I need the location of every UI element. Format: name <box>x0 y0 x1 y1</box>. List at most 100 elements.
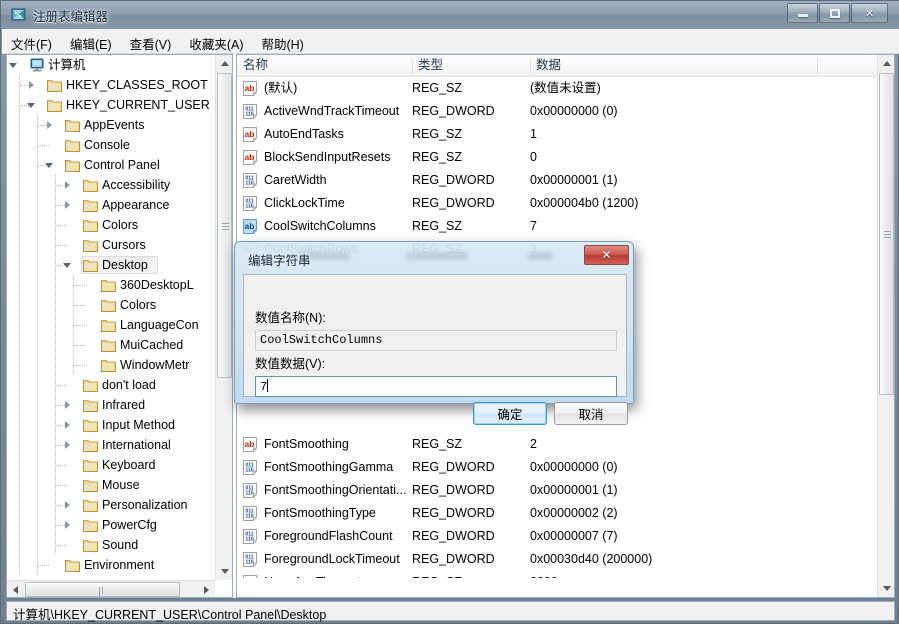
value-name-field[interactable]: CoolSwitchColumns <box>255 330 617 351</box>
tree-item-personalization[interactable]: Personalization <box>7 495 216 515</box>
tree-horizontal-scrollbar[interactable] <box>7 580 215 597</box>
value-name: CoolSwitchColumns <box>264 219 376 233</box>
value-name: FontSmoothingGamma <box>264 460 394 474</box>
chevron-right-icon[interactable] <box>63 181 72 190</box>
table-row[interactable]: 011 110 ActiveWndTrackTimeout REG_DWORD 0x00… <box>237 100 877 123</box>
menu-edit[interactable]: 编辑(E) <box>61 29 121 57</box>
chevron-right-icon[interactable] <box>63 421 72 430</box>
tree-item-mouse[interactable]: Mouse <box>7 475 216 495</box>
svg-text:110: 110 <box>245 204 253 210</box>
value-data-input[interactable]: 7 <box>255 376 617 397</box>
edit-string-dialog[interactable]: 编辑字符串 ✕ 数值名称(N): CoolSwitchColumns 数值数据(… <box>234 241 634 425</box>
title-bar[interactable]: 注册表编辑器 ✕ <box>1 1 899 29</box>
tree-item-appevents[interactable]: AppEvents <box>7 115 216 135</box>
close-button[interactable]: ✕ <box>851 3 888 23</box>
menu-favorites[interactable]: 收藏夹(A) <box>180 29 252 57</box>
menu-view[interactable]: 查看(V) <box>121 29 181 57</box>
column-type[interactable]: 类型 <box>412 55 530 76</box>
chevron-right-icon[interactable] <box>63 521 72 530</box>
tree-item-appearance[interactable]: Appearance <box>7 195 216 215</box>
value-data: 0x00000007 (7) <box>530 529 618 543</box>
tree-item-input-method[interactable]: Input Method <box>7 415 216 435</box>
chevron-right-icon[interactable] <box>63 501 72 510</box>
column-name[interactable]: 名称 <box>237 55 412 76</box>
value-name: ActiveWndTrackTimeout <box>264 104 400 118</box>
tree-item-keyboard[interactable]: Keyboard <box>7 455 216 475</box>
table-row[interactable]: ab CoolSwitchColumns REG_SZ 7 <box>237 215 877 238</box>
tree-scroll-up-arrow[interactable] <box>216 55 232 72</box>
cancel-button[interactable]: 取消 <box>554 402 628 425</box>
chevron-right-icon[interactable] <box>45 121 54 130</box>
table-row[interactable]: 011 110 CaretWidth REG_DWORD 0x00000001 (1) <box>237 169 877 192</box>
column-divider[interactable] <box>817 58 818 74</box>
tree-vertical-scrollbar[interactable] <box>215 55 232 580</box>
tree-item-console[interactable]: Console <box>7 135 216 155</box>
values-scrollbar-thumb[interactable] <box>879 73 894 395</box>
values-scroll-down-arrow[interactable] <box>878 580 894 597</box>
column-divider[interactable] <box>412 58 413 74</box>
tree-item-label: Desktop <box>102 258 148 272</box>
table-row[interactable]: ab FontSmoothing REG_SZ 2 <box>237 433 877 456</box>
chevron-down-icon[interactable] <box>63 261 72 270</box>
tree-scroll-down-arrow[interactable] <box>216 563 232 580</box>
dialog-close-button[interactable]: ✕ <box>584 245 629 265</box>
values-scroll-up-arrow[interactable] <box>878 55 894 72</box>
tree-item-international[interactable]: International <box>7 435 216 455</box>
tree-scrollbar-thumb[interactable] <box>217 73 232 378</box>
tree-item-[interactable]: 计算机 <box>7 55 216 75</box>
tree-item-360desktopl[interactable]: 360DesktopL <box>7 275 216 295</box>
tree-item-accessibility[interactable]: Accessibility <box>7 175 216 195</box>
menu-file[interactable]: 文件(F) <box>2 29 61 57</box>
chevron-right-icon[interactable] <box>63 201 72 210</box>
minimize-button[interactable] <box>787 3 818 23</box>
table-row[interactable]: 011 110 FontSmoothingGamma REG_DWORD 0x00000… <box>237 456 877 479</box>
column-data[interactable]: 数据 <box>530 55 817 76</box>
tree-item-hkey-current-user[interactable]: HKEY_CURRENT_USER <box>7 95 216 115</box>
tree-item-colors[interactable]: Colors <box>7 295 216 315</box>
tree-item-windowmetr[interactable]: WindowMetr <box>7 355 216 375</box>
folder-icon <box>101 278 116 292</box>
tree-item-muicached[interactable]: MuiCached <box>7 335 216 355</box>
tree-item-colors[interactable]: Colors <box>7 215 216 235</box>
chevron-down-icon[interactable] <box>45 161 54 170</box>
tree-item-label: Colors <box>120 298 157 312</box>
tree-item-powercfg[interactable]: PowerCfg <box>7 515 216 535</box>
chevron-down-icon[interactable] <box>27 101 36 110</box>
menu-help[interactable]: 帮助(H) <box>252 29 312 57</box>
tree-item-hkey-classes-root[interactable]: HKEY_CLASSES_ROOT <box>7 75 216 95</box>
registry-tree-pane[interactable]: 计算机 HKEY_CLASSES_ROOT HKEY_CURRENT_USER App… <box>6 54 233 598</box>
tree-item-cursors[interactable]: Cursors <box>7 235 216 255</box>
table-row[interactable]: 011 110 ForegroundFlashCount REG_DWORD 0x000… <box>237 525 877 548</box>
table-row[interactable]: 011 110 FontSmoothingOrientati... REG_DWORD… <box>237 479 877 502</box>
tree-item-label: Keyboard <box>102 458 156 472</box>
table-row[interactable]: 011 110 FontSmoothingType REG_DWORD 0x000000… <box>237 502 877 525</box>
dword-value-icon: 011 110 <box>242 104 258 120</box>
chevron-right-icon[interactable] <box>63 441 72 450</box>
chevron-right-icon[interactable] <box>63 401 72 410</box>
maximize-button[interactable] <box>819 3 850 23</box>
values-vertical-scrollbar[interactable] <box>877 55 894 597</box>
tree-scroll-left-arrow[interactable] <box>7 581 24 597</box>
tree-scroll-right-arrow[interactable] <box>198 581 215 597</box>
tree-item-desktop[interactable]: Desktop <box>7 255 216 275</box>
column-divider[interactable] <box>530 58 531 74</box>
table-row[interactable]: ab (默认) REG_SZ (数值未设置) <box>237 77 877 100</box>
table-row[interactable]: 011 110 ForegroundLockTimeout REG_DWORD 0x00… <box>237 548 877 571</box>
tree-item-environment[interactable]: Environment <box>7 555 216 575</box>
chevron-down-icon[interactable] <box>9 61 18 70</box>
folder-icon <box>83 438 98 452</box>
tree-hscrollbar-thumb[interactable] <box>25 582 180 597</box>
tree-item-control-panel[interactable]: Control Panel <box>7 155 216 175</box>
table-row[interactable]: 011 110 ClickLockTime REG_DWORD 0x000004b0 (… <box>237 192 877 215</box>
value-data: 0x00030d40 (200000) <box>530 552 653 566</box>
chevron-right-icon[interactable] <box>27 81 36 90</box>
tree-item-infrared[interactable]: Infrared <box>7 395 216 415</box>
tree-item-sound[interactable]: Sound <box>7 535 216 555</box>
ok-button[interactable]: 确定 <box>473 402 547 425</box>
table-row[interactable]: ab HungAppTimeout REG_SZ 3000 <box>237 571 877 578</box>
tree-item-don-t-load[interactable]: don't load <box>7 375 216 395</box>
table-row[interactable]: ab BlockSendInputResets REG_SZ 0 <box>237 146 877 169</box>
tree-item-label: HKEY_CLASSES_ROOT <box>66 78 208 92</box>
tree-item-languagecon[interactable]: LanguageCon <box>7 315 216 335</box>
table-row[interactable]: ab AutoEndTasks REG_SZ 1 <box>237 123 877 146</box>
